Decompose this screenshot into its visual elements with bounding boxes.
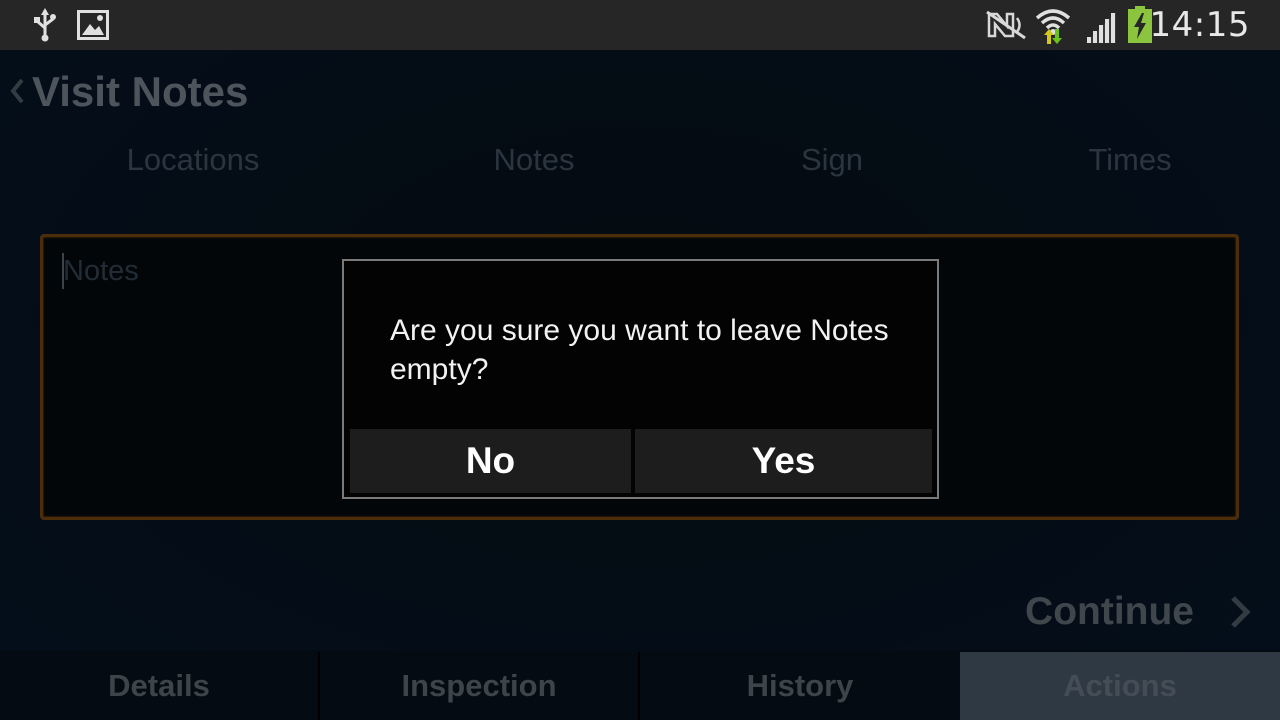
tab-history[interactable]: History — [640, 652, 960, 720]
yes-button[interactable]: Yes — [635, 429, 932, 493]
tab-inspection[interactable]: Inspection — [320, 652, 640, 720]
step-sign[interactable]: Sign — [801, 142, 863, 178]
step-locations[interactable]: Locations — [127, 142, 260, 178]
clock: 14:15 — [1149, 5, 1250, 45]
usb-icon — [33, 8, 57, 47]
signal-icon — [1084, 10, 1118, 49]
confirm-dialog: Are you sure you want to leave Notes emp… — [342, 259, 939, 499]
step-indicator: Locations Notes Sign Times — [0, 142, 1280, 182]
status-bar: 14:15 — [0, 0, 1280, 50]
back-chevron-icon[interactable] — [8, 76, 26, 106]
chevron-right-icon[interactable] — [1228, 594, 1252, 630]
notes-placeholder: Notes — [63, 255, 139, 287]
nfc-icon — [985, 10, 1027, 45]
screen: 14:15 Visit Notes Locations Notes Sign T… — [0, 0, 1280, 720]
image-icon — [77, 10, 109, 45]
tab-actions[interactable]: Actions — [960, 652, 1280, 720]
no-button[interactable]: No — [350, 429, 631, 493]
dialog-message: Are you sure you want to leave Notes emp… — [390, 314, 889, 386]
step-times[interactable]: Times — [1088, 142, 1171, 178]
bottom-tab-bar: Details Inspection History Actions — [0, 650, 1280, 720]
page-title: Visit Notes — [32, 68, 249, 115]
step-notes[interactable]: Notes — [494, 142, 575, 178]
tab-details[interactable]: Details — [0, 652, 320, 720]
continue-button[interactable]: Continue — [1025, 590, 1194, 634]
wifi-icon — [1034, 6, 1072, 49]
